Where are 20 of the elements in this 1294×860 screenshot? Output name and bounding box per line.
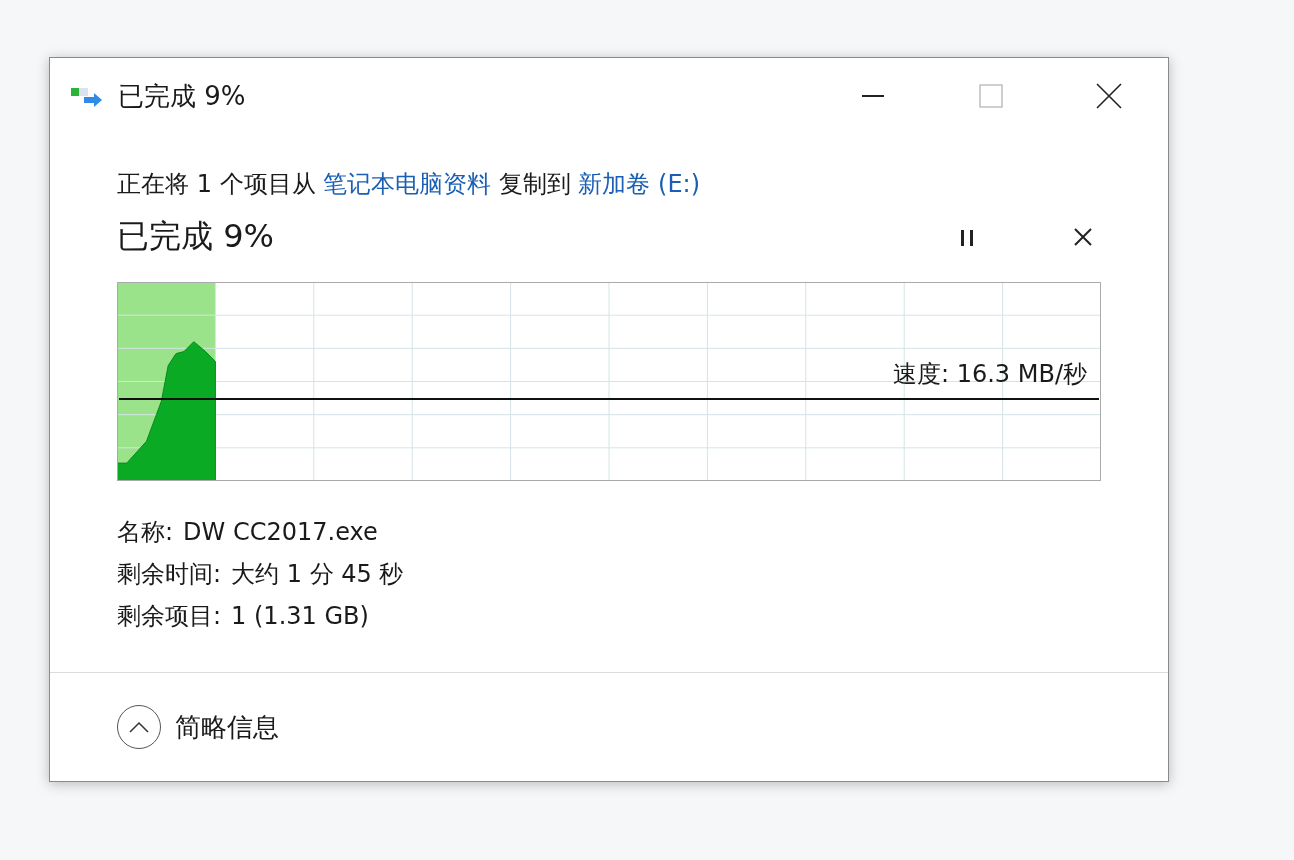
details-toggle-label[interactable]: 简略信息 bbox=[175, 709, 279, 745]
copy-description: 正在将 1 个项目从 笔记本电脑资料 复制到 新加卷 (E:) bbox=[117, 169, 702, 200]
destination-link[interactable]: 新加卷 (E:) bbox=[578, 170, 701, 198]
detail-value: 1 (1.31 GB) bbox=[231, 601, 369, 632]
detail-label: 剩余项目: bbox=[117, 601, 222, 632]
source-link[interactable]: 笔记本电脑资料 bbox=[323, 170, 492, 198]
progress-status: 已完成 9% bbox=[117, 216, 274, 257]
speed-label: 速度: 16.3 MB/秒 bbox=[892, 359, 1087, 390]
window-title: 已完成 9% bbox=[118, 79, 246, 113]
detail-value: 大约 1 分 45 秒 bbox=[231, 559, 404, 590]
details-toggle-button[interactable] bbox=[117, 705, 161, 749]
chevron-icon bbox=[129, 721, 149, 733]
detail-label: 名称: bbox=[117, 517, 174, 548]
minimize-icon bbox=[861, 95, 885, 97]
close-icon bbox=[1096, 83, 1122, 109]
close-icon bbox=[1074, 228, 1092, 246]
detail-value: DW CC2017.exe bbox=[183, 517, 378, 548]
maximize-icon bbox=[979, 84, 1003, 108]
pause-icon bbox=[958, 228, 976, 246]
detail-label: 剩余时间: bbox=[117, 559, 222, 590]
